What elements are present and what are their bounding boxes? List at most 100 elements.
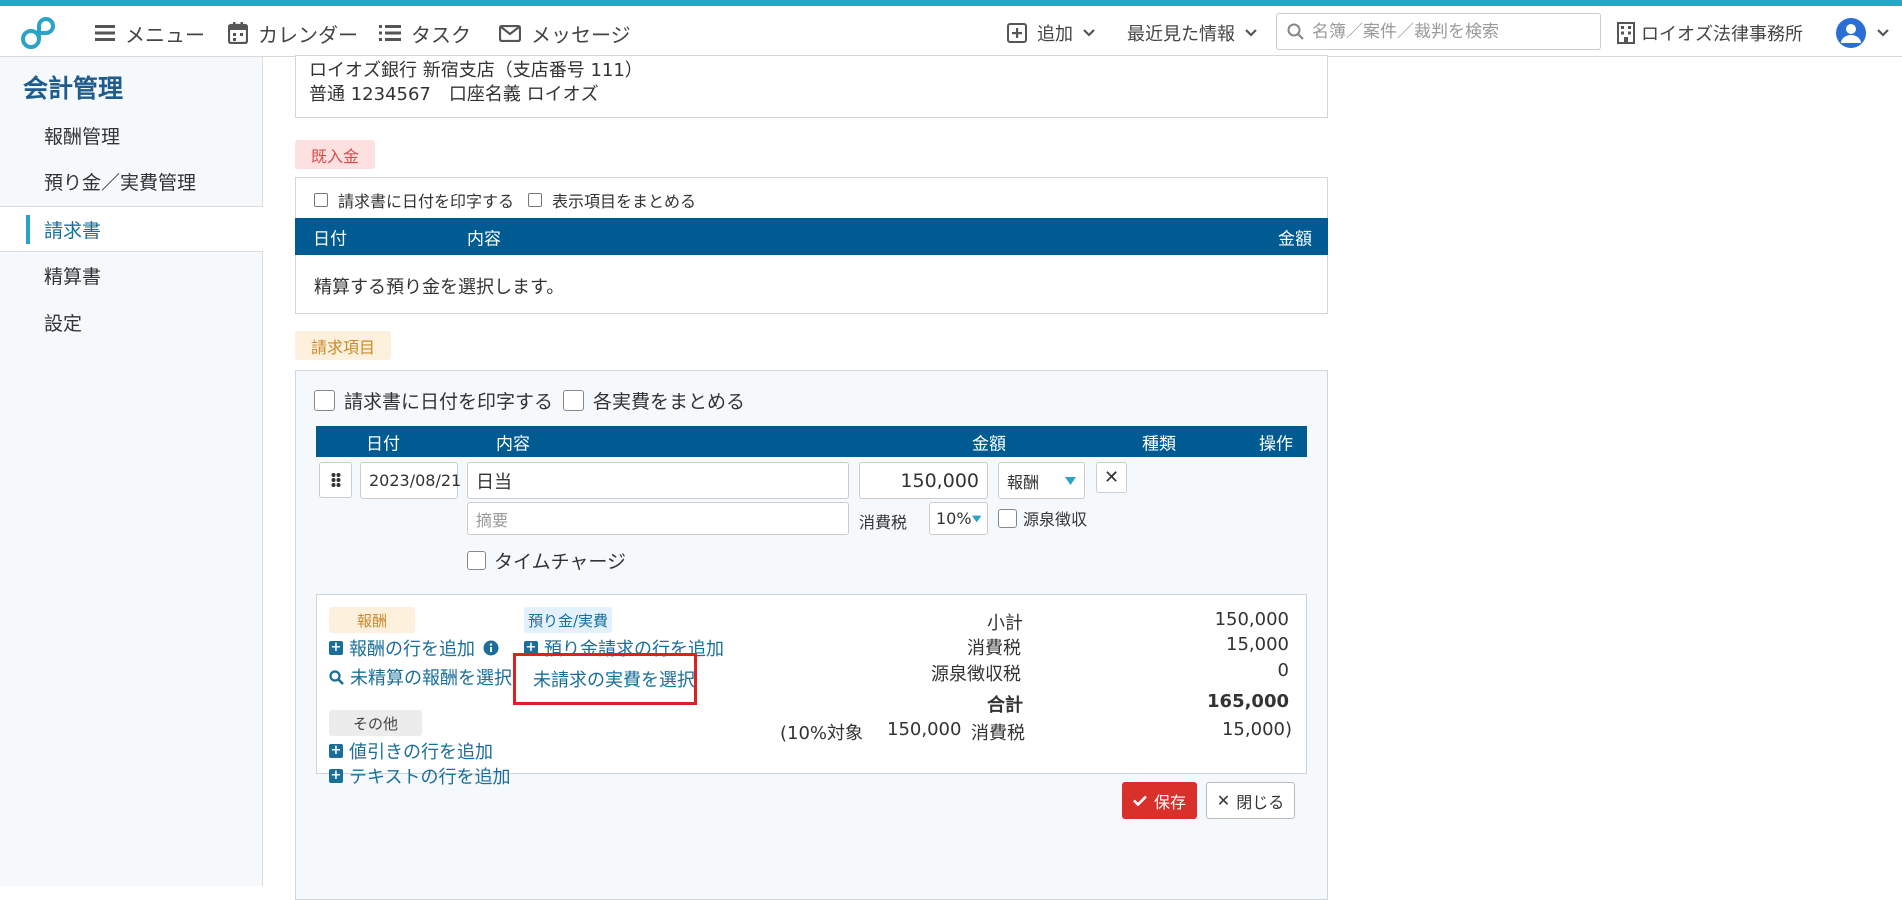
kind-select[interactable]: 報酬 — [998, 462, 1085, 499]
plus-square-icon: + — [329, 640, 343, 655]
app-logo-icon[interactable] — [18, 12, 58, 52]
sidebar-item-invoice[interactable]: 請求書 — [0, 206, 263, 252]
add-fee-row-label: 報酬の行を追加 — [349, 639, 475, 660]
items-options: 請求書に日付を印字する 各実費をまとめる — [314, 387, 745, 414]
calendar-icon — [228, 22, 248, 44]
items-print-date-checkbox[interactable] — [314, 390, 335, 411]
other-badge: その他 — [329, 710, 423, 736]
nav-message-label: メッセージ — [531, 22, 631, 47]
timecharge-label: タイムチャージ — [494, 551, 627, 573]
group-items-checkbox[interactable] — [528, 193, 543, 207]
delete-row-button[interactable]: ✕ — [1096, 462, 1127, 493]
tax-rate-value: 10% — [936, 509, 972, 528]
nav-menu[interactable]: メニュー — [95, 19, 205, 47]
caret-down-icon — [971, 515, 981, 522]
sidebar-item-settings[interactable]: 設定 — [0, 299, 263, 345]
add-fee-row-link[interactable]: + 報酬の行を追加 — [329, 635, 499, 661]
withholding-option: 源泉徴収 — [998, 506, 1087, 530]
check-icon — [1133, 795, 1147, 806]
summary-tax-label: 消費税 — [967, 638, 1021, 659]
received-empty-message: 精算する預り金を選択します。 — [314, 277, 565, 298]
close-button[interactable]: ✕ 閉じる — [1206, 782, 1295, 819]
nav-menu-label: メニュー — [125, 22, 205, 47]
select-unbilled-expense-link[interactable]: 未請求の実費を選択 — [513, 653, 697, 705]
user-avatar-icon — [1836, 18, 1866, 48]
caret-down-icon — [1065, 476, 1076, 485]
timecharge-option: タイムチャージ — [467, 547, 626, 574]
search-input[interactable] — [1312, 21, 1582, 42]
group-items-label: 表示項目をまとめる — [552, 192, 697, 211]
nav-task[interactable]: タスク — [379, 19, 471, 47]
amount-input[interactable]: 150,000 — [859, 462, 988, 499]
col-amount: 金額 — [1278, 229, 1312, 249]
summary-input[interactable]: 摘要 — [467, 502, 849, 535]
print-date-label: 請求書に日付を印字する — [338, 192, 515, 211]
subtotal-value: 150,000 — [1214, 609, 1289, 630]
nav-calendar[interactable]: カレンダー — [228, 19, 358, 47]
drag-handle-icon — [331, 473, 340, 487]
chevron-down-icon — [1245, 29, 1257, 37]
sidebar-item-deposit-management[interactable]: 預り金／実費管理 — [0, 158, 263, 204]
add-menu-button[interactable]: 追加 — [1007, 19, 1095, 47]
plus-square-icon: + — [329, 768, 343, 783]
add-text-row-link[interactable]: + テキストの行を追加 — [329, 763, 510, 789]
global-search[interactable] — [1276, 13, 1601, 50]
search-icon — [1287, 23, 1304, 40]
print-date-checkbox[interactable] — [314, 193, 328, 207]
select-unbilled-expense-label: 未請求の実費を選択 — [533, 670, 695, 691]
close-icon: ✕ — [1103, 467, 1120, 488]
tax-target-tax-label: 消費税 — [971, 723, 1025, 744]
chevron-down-icon — [1877, 29, 1889, 37]
info-icon[interactable] — [483, 640, 499, 656]
search-icon — [329, 669, 344, 685]
nav-calendar-label: カレンダー — [258, 22, 358, 47]
save-button[interactable]: 保存 — [1122, 782, 1197, 819]
col-date: 日付 — [313, 229, 347, 249]
kind-select-value: 報酬 — [1007, 472, 1040, 492]
close-icon: ✕ — [1216, 791, 1231, 810]
app-header: メニュー カレンダー タスク メッセージ 追加 最近見た情報 ロイオズ法律事務所 — [0, 6, 1902, 57]
sidebar-item-settlement[interactable]: 精算書 — [0, 252, 263, 298]
col-date: 日付 — [366, 434, 400, 454]
summary-tax-value: 15,000 — [1226, 634, 1289, 655]
billing-items-card: 請求書に日付を印字する 各実費をまとめる 日付 内容 金額 種類 操作 2023… — [295, 370, 1328, 900]
recent-menu-button[interactable]: 最近見た情報 — [1127, 19, 1257, 47]
recent-menu-label: 最近見た情報 — [1127, 24, 1235, 45]
withholding-checkbox[interactable] — [998, 508, 1017, 528]
user-menu[interactable] — [1835, 18, 1889, 48]
tax-target-label: (10%対象 — [780, 723, 864, 744]
received-table-header: 日付 内容 金額 — [295, 218, 1328, 255]
received-badge: 既入金 — [295, 140, 376, 169]
col-content: 内容 — [496, 434, 530, 454]
actions-summary-panel: 報酬 + 報酬の行を追加 未精算の報酬を選択 その他 + 値引きの行を追加 + … — [316, 594, 1307, 788]
sidebar-item-label: 報酬管理 — [44, 125, 121, 148]
sidebar: 会計管理 報酬管理 預り金／実費管理 請求書 精算書 設定 — [0, 57, 263, 886]
nav-message[interactable]: メッセージ — [499, 19, 631, 47]
group-expenses-checkbox[interactable] — [563, 390, 585, 411]
select-unsettled-fee-label: 未精算の報酬を選択 — [350, 668, 512, 689]
office-name: ロイオズ法律事務所 — [1641, 24, 1803, 45]
subtotal-label: 小計 — [987, 613, 1023, 634]
timecharge-checkbox[interactable] — [467, 551, 486, 570]
add-discount-row-link[interactable]: + 値引きの行を追加 — [329, 738, 493, 764]
office-selector[interactable]: ロイオズ法律事務所 — [1617, 19, 1803, 47]
items-badge: 請求項目 — [295, 331, 392, 360]
col-content: 内容 — [467, 229, 501, 249]
drag-handle[interactable] — [319, 462, 352, 498]
tax-target-tax-value: 15,000) — [1221, 719, 1292, 740]
add-discount-row-label: 値引きの行を追加 — [349, 742, 493, 763]
sidebar-item-fee-management[interactable]: 報酬管理 — [0, 112, 263, 158]
envelope-icon — [499, 24, 521, 42]
summary-placeholder: 摘要 — [476, 510, 509, 530]
save-button-label: 保存 — [1153, 792, 1186, 812]
tax-target-value: 150,000 — [887, 719, 962, 740]
select-unsettled-fee-link[interactable]: 未精算の報酬を選択 — [329, 664, 512, 690]
fee-badge: 報酬 — [329, 607, 416, 633]
content-input[interactable]: 日当 — [467, 462, 849, 499]
items-table-header: 日付 内容 金額 種類 操作 — [316, 426, 1307, 457]
tax-rate-select[interactable]: 10% — [929, 502, 988, 535]
tax-label: 消費税 — [859, 513, 908, 532]
date-input[interactable]: 2023/08/21 — [360, 462, 461, 499]
items-print-date-label: 請求書に日付を印字する — [344, 391, 554, 413]
withholding-label: 源泉徴収 — [1023, 510, 1088, 529]
